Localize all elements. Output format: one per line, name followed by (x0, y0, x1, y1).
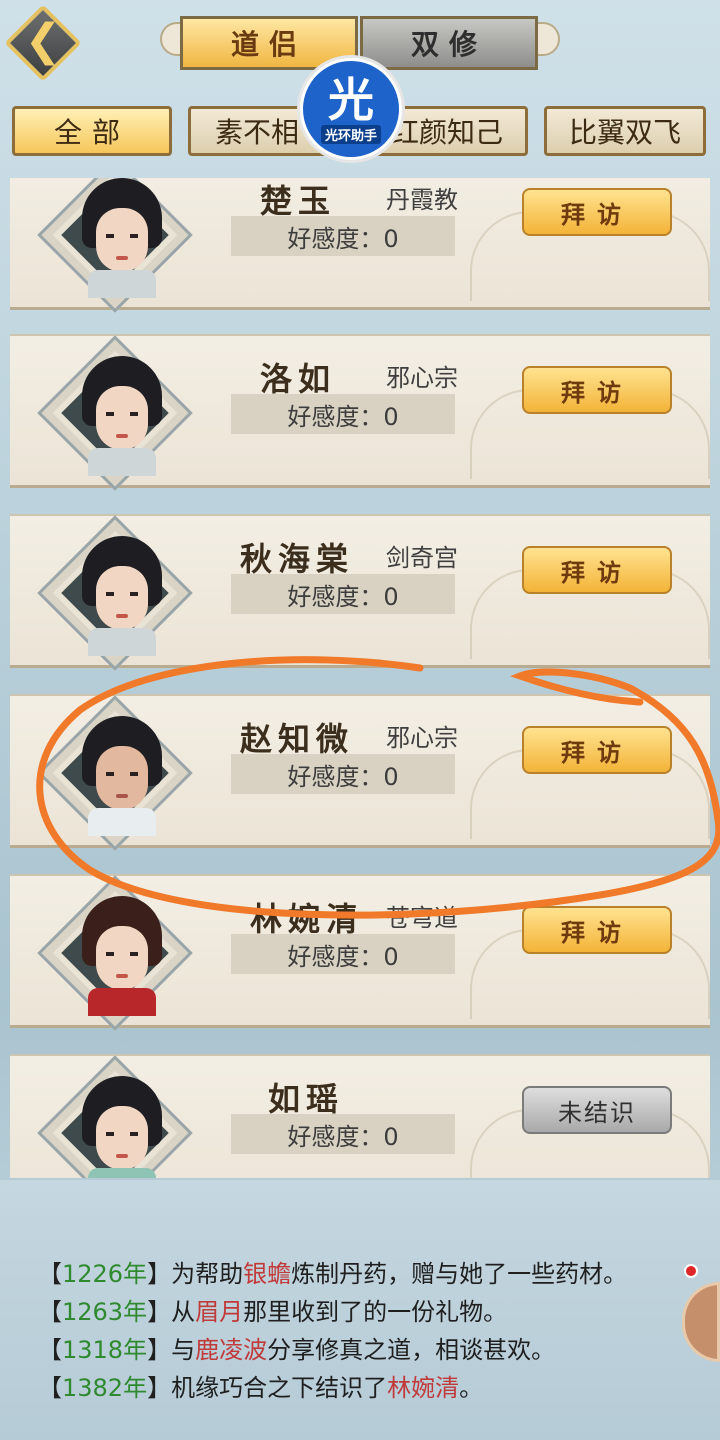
not-met-button[interactable]: 未结识 (522, 1086, 672, 1134)
visit-button[interactable]: 拜访 (522, 726, 672, 774)
portrait-image[interactable] (82, 1076, 162, 1178)
log-entry: 【1226年】为帮助银蟾炼制丹药，赠与她了一些药材。 (38, 1260, 628, 1288)
visit-button[interactable]: 拜访 (522, 366, 672, 414)
portrait-image[interactable] (82, 716, 162, 836)
notification-dot (684, 1264, 698, 1278)
favor-value: 好感度：0 (231, 394, 455, 434)
companion-sect: 邪心宗 (386, 364, 458, 392)
favor-value: 好感度：0 (231, 1114, 455, 1154)
log-entry: 【1382年】机缘巧合之下结识了林婉清。 (38, 1374, 484, 1402)
logo-sub: 光环助手 (320, 124, 381, 144)
portrait-image[interactable] (82, 896, 162, 1016)
visit-button[interactable]: 拜访 (522, 546, 672, 594)
companion-list[interactable]: 楚玉 丹霞教 好感度：0 拜访 洛如 邪心宗 好感度：0 拜访 秋海棠 剑奇宫 … (0, 178, 720, 1178)
companion-sect: 丹霞教 (386, 186, 458, 214)
favor-value: 好感度：0 (231, 216, 455, 256)
logo-main: 光 (328, 72, 374, 127)
tab-shuangxiu[interactable]: 双修 (360, 16, 538, 70)
filter-all[interactable]: 全部 (12, 106, 172, 156)
companion-sect: 剑奇宫 (386, 544, 458, 572)
visit-button[interactable]: 拜访 (522, 188, 672, 236)
companion-sect: 苍穹道 (386, 904, 458, 932)
portrait-image[interactable] (82, 356, 162, 476)
filter-couples[interactable]: 比翼双飞 (544, 106, 706, 156)
log-entry: 【1263年】从眉月那里收到了的一份礼物。 (38, 1298, 508, 1326)
chevron-left-icon: ❮ (24, 15, 62, 66)
companion-card: 洛如 邪心宗 好感度：0 拜访 (10, 334, 710, 491)
visit-button[interactable]: 拜访 (522, 906, 672, 954)
log-entry: 【1318年】与鹿凌波分享修真之道，相谈甚欢。 (38, 1336, 556, 1364)
companion-sect: 邪心宗 (386, 724, 458, 752)
portrait-image[interactable] (82, 178, 162, 298)
companion-card: 如瑶 好感度：0 未结识 (10, 1054, 710, 1178)
companion-card: 林婉清 苍穹道 好感度：0 拜访 (10, 874, 710, 1031)
companion-card: 赵知微 邪心宗 好感度：0 拜访 (10, 694, 710, 851)
portrait-image[interactable] (82, 536, 162, 656)
guanghuan-logo[interactable]: 光 光环助手 (297, 55, 405, 163)
companion-card: 秋海棠 剑奇宫 好感度：0 拜访 (10, 514, 710, 671)
companion-card: 楚玉 丹霞教 好感度：0 拜访 (10, 178, 710, 313)
favor-value: 好感度：0 (231, 934, 455, 974)
favor-value: 好感度：0 (231, 754, 455, 794)
favor-value: 好感度：0 (231, 574, 455, 614)
